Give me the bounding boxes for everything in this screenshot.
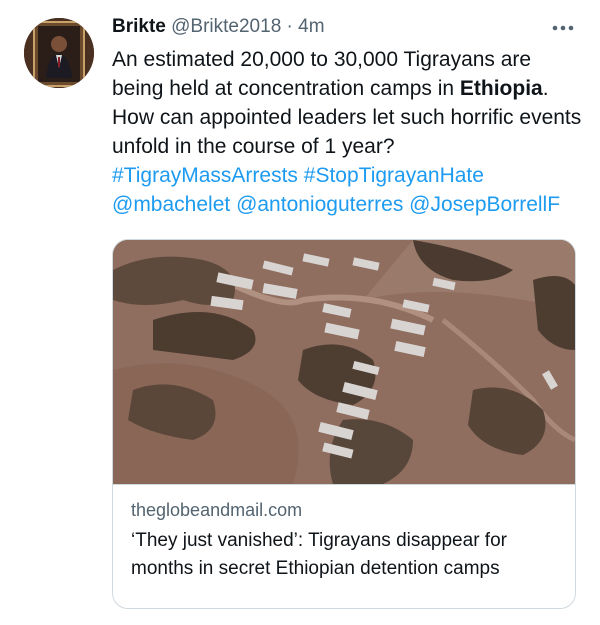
hashtag-link[interactable]: #TigrayMassArrests (112, 164, 298, 187)
tweet-text: An estimated 20,000 to 30,000 Tigrayans … (112, 45, 582, 219)
more-options-button[interactable] (548, 16, 578, 40)
avatar[interactable] (24, 18, 94, 88)
tweet-text-bold: Ethiopia (459, 77, 543, 100)
tweet[interactable]: Brikte @Brikte2018 · 4m An estimated 20,… (0, 0, 600, 625)
link-card[interactable]: theglobeandmail.com ‘They just vanished’… (112, 239, 576, 609)
mention-link[interactable]: @antonioguterres (236, 193, 403, 216)
display-name[interactable]: Brikte (112, 16, 166, 37)
card-image (113, 240, 575, 484)
card-body: theglobeandmail.com ‘They just vanished’… (113, 484, 575, 583)
mention-link[interactable]: @mbachelet (112, 193, 230, 216)
ellipsis-icon (552, 25, 574, 31)
user-handle[interactable]: @Brikte2018 (171, 16, 281, 37)
tweet-header: Brikte @Brikte2018 · 4m (112, 14, 582, 40)
timestamp[interactable]: 4m (298, 16, 324, 37)
separator-dot: · (286, 16, 293, 37)
mention-link[interactable]: @JosepBorrellF (409, 193, 560, 216)
hashtag-link[interactable]: #StopTigrayanHate (304, 164, 484, 187)
card-title: ‘They just vanished’: Tigrayans disappea… (131, 530, 507, 579)
card-domain: theglobeandmail.com (131, 500, 303, 520)
